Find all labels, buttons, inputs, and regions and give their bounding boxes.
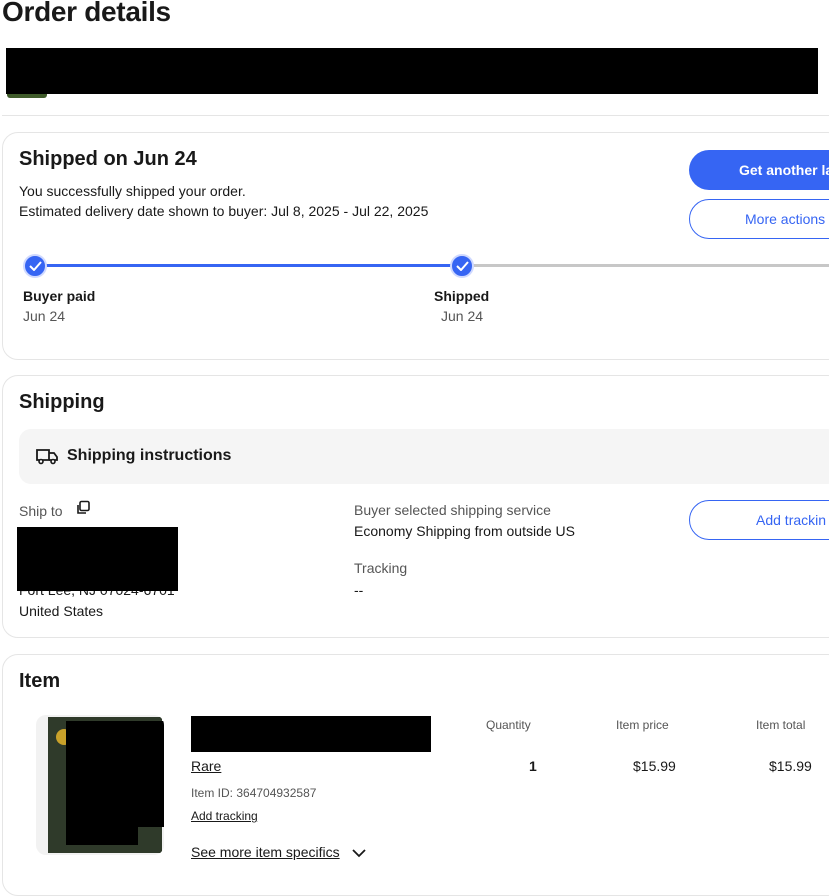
- add-tracking-link[interactable]: Add tracking: [191, 809, 258, 823]
- item-id: Item ID: 364704932587: [191, 786, 317, 800]
- tracking-label: Tracking: [354, 560, 408, 576]
- ship-to-country: United States: [19, 603, 104, 619]
- progress-fill: [35, 264, 451, 267]
- column-item-price: Item price: [616, 718, 669, 732]
- item-price: $15.99: [633, 758, 676, 774]
- status-card: Shipped on Jun 24 You successfully shipp…: [2, 132, 829, 360]
- shipping-card: Shipping Shipping instructions Ship to F…: [2, 375, 829, 638]
- redacted-item-title: [191, 716, 431, 752]
- ship-to-label: Ship to: [19, 503, 63, 519]
- truck-icon: [35, 446, 59, 471]
- progress-track: [463, 264, 829, 267]
- item-quantity: 1: [529, 758, 537, 774]
- chevron-down-icon: [351, 845, 366, 861]
- service-label: Buyer selected shipping service: [354, 502, 551, 518]
- status-message: You successfully shipped your order.: [19, 183, 246, 199]
- service-value: Economy Shipping from outside US: [354, 523, 575, 539]
- item-condition-link[interactable]: Rare: [191, 758, 221, 774]
- shipping-instructions-label: Shipping instructions: [67, 447, 232, 464]
- see-more-specifics[interactable]: See more item specifics: [191, 844, 366, 861]
- shipping-instructions-panel[interactable]: Shipping instructions: [19, 429, 829, 484]
- step-date: Jun 24: [23, 308, 66, 324]
- copy-icon[interactable]: [75, 500, 91, 521]
- step-label: Buyer paid: [23, 288, 96, 304]
- shipping-heading: Shipping: [19, 391, 105, 413]
- step-shipped-check-icon: [450, 254, 474, 278]
- column-quantity: Quantity: [486, 718, 531, 732]
- step-buyer-paid-check-icon: [23, 254, 47, 278]
- step-date: Jun 24: [441, 308, 484, 324]
- item-card: Item Rare Item ID: 364704932587 Add trac…: [2, 654, 829, 896]
- delivery-estimate: Estimated delivery date shown to buyer: …: [19, 203, 429, 219]
- more-actions-button[interactable]: More actions: [689, 199, 829, 239]
- get-another-label-button[interactable]: Get another la: [689, 150, 829, 190]
- tracking-value: --: [354, 582, 364, 598]
- page-title: Order details: [2, 0, 171, 27]
- item-heading: Item: [19, 670, 61, 692]
- step-label: Shipped: [434, 288, 490, 304]
- column-item-total: Item total: [756, 718, 806, 732]
- redacted-order-summary: [6, 48, 818, 94]
- item-total: $15.99: [769, 758, 812, 774]
- redacted-address: [17, 527, 178, 591]
- add-tracking-button[interactable]: Add trackin: [689, 500, 829, 540]
- status-heading: Shipped on Jun 24: [19, 148, 197, 170]
- item-image[interactable]: [36, 715, 164, 855]
- divider: [2, 115, 829, 116]
